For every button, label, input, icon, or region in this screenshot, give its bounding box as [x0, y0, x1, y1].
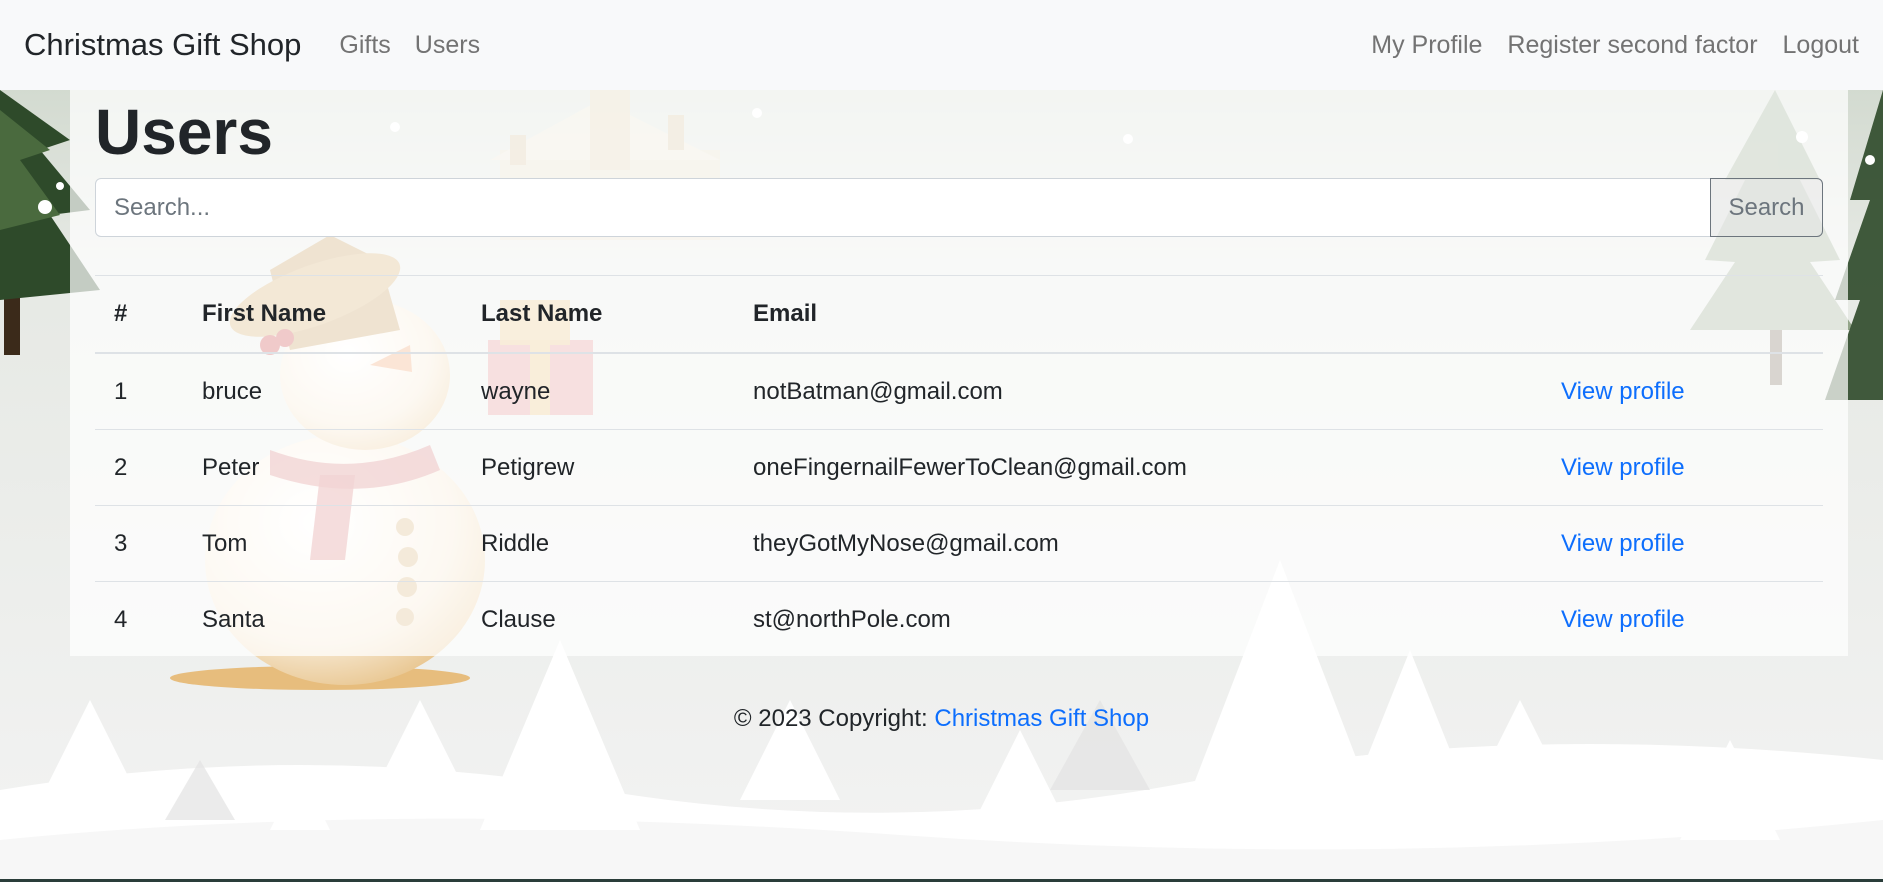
cell-email: oneFingernailFewerToClean@gmail.com: [734, 429, 1542, 506]
brand-link[interactable]: Christmas Gift Shop: [24, 27, 301, 63]
table-row: 3 Tom Riddle theyGotMyNose@gmail.com Vie…: [95, 505, 1823, 582]
view-profile-link[interactable]: View profile: [1561, 454, 1685, 481]
cell-first-name: bruce: [183, 353, 462, 430]
users-table: # First Name Last Name Email 1 bruce way…: [95, 275, 1823, 657]
cell-email: st@northPole.com: [753, 605, 951, 633]
search-button[interactable]: Search: [1710, 178, 1823, 237]
cell-first-name: Peter: [183, 429, 462, 506]
table-row: 1 bruce wayne notBatman@gmail.com View p…: [95, 353, 1823, 430]
cell-email: notBatman@gmail.com: [734, 353, 1542, 430]
view-profile-link[interactable]: View profile: [1561, 606, 1685, 633]
nav-link-register-second-factor[interactable]: Register second factor: [1507, 31, 1757, 60]
nav-link-my-profile[interactable]: My Profile: [1371, 31, 1482, 60]
table-header-row: # First Name Last Name Email: [95, 275, 1823, 354]
cell-actions: View profile: [1542, 582, 1823, 658]
cell-last-name: wayne: [462, 353, 734, 430]
header-last-name: Last Name: [462, 275, 734, 354]
view-profile-link[interactable]: View profile: [1561, 530, 1685, 557]
header-first-name: First Name: [183, 275, 462, 354]
table-row: 4 Santa Clause st@northPole.com View pro…: [95, 582, 1823, 658]
cell-actions: View profile: [1542, 429, 1823, 506]
cell-number: 4: [114, 605, 128, 633]
page-title: Users: [95, 96, 273, 168]
header-actions: [1542, 275, 1823, 354]
page-footer: © 2023 Copyright: Christmas Gift Shop: [0, 705, 1883, 733]
nav-link-users[interactable]: Users: [415, 31, 480, 60]
view-profile-link[interactable]: View profile: [1561, 378, 1685, 405]
search-form: Search: [95, 178, 1823, 237]
footer-copyright: © 2023 Copyright:: [733, 705, 928, 732]
cell-number: 2: [95, 429, 183, 506]
navbar-right-group: My Profile Register second factor Logout: [1346, 31, 1859, 60]
cell-last-name: Riddle: [462, 505, 734, 582]
cell-last-name: Petigrew: [462, 429, 734, 506]
cell-first-name: Tom: [183, 505, 462, 582]
nav-link-gifts[interactable]: Gifts: [339, 31, 390, 60]
cell-email: theyGotMyNose@gmail.com: [734, 505, 1542, 582]
main-container: Users Search # First Name Last Name Emai…: [70, 90, 1848, 656]
cell-number: 3: [95, 505, 183, 582]
table-row: 2 Peter Petigrew oneFingernailFewerToCle…: [95, 429, 1823, 506]
cell-last-name: Clause: [481, 605, 556, 633]
top-navbar: Christmas Gift Shop Gifts Users My Profi…: [0, 0, 1883, 90]
header-email: Email: [734, 275, 1542, 354]
search-input[interactable]: [95, 178, 1711, 237]
cell-actions: View profile: [1542, 353, 1823, 430]
cell-number: 1: [95, 353, 183, 430]
header-number: #: [95, 275, 183, 354]
cell-first-name: Santa: [202, 605, 265, 633]
nav-link-logout[interactable]: Logout: [1783, 31, 1859, 60]
footer-shop-link[interactable]: Christmas Gift Shop: [934, 705, 1149, 732]
cell-actions: View profile: [1542, 505, 1823, 582]
